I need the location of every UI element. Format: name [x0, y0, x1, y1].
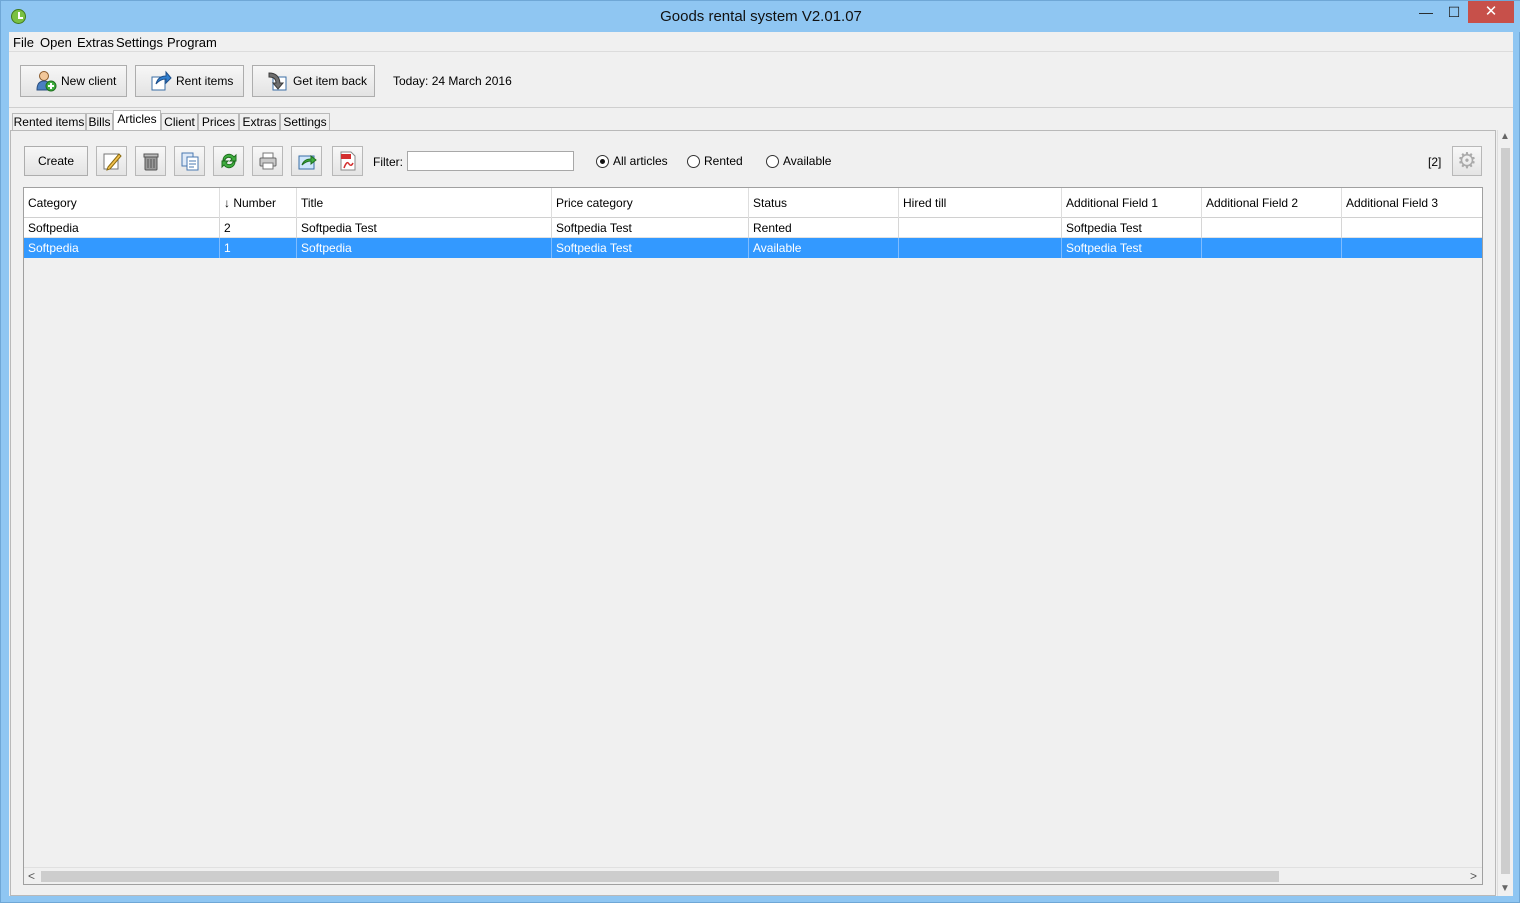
- get-item-back-label: Get item back: [293, 74, 368, 88]
- cell-number: 1: [220, 238, 297, 258]
- radio-rented-indicator: [687, 154, 700, 168]
- app-window: Goods rental system V2.01.07 — ☐ ✕ File …: [0, 0, 1520, 903]
- export-icon: [297, 151, 317, 171]
- column-header-status[interactable]: Status: [749, 188, 899, 218]
- menu-program[interactable]: Program: [164, 34, 220, 51]
- title-bar[interactable]: Goods rental system V2.01.07 — ☐ ✕: [1, 1, 1520, 32]
- refresh-button[interactable]: [213, 146, 244, 176]
- menu-open[interactable]: Open: [37, 34, 75, 51]
- cell-hired-till: [899, 238, 1062, 258]
- client-area: File Open Extras Settings Program New cl…: [9, 32, 1513, 896]
- column-settings-button[interactable]: ⚙: [1452, 146, 1482, 176]
- refresh-icon: [219, 151, 239, 171]
- column-header-price-category[interactable]: Price category: [552, 188, 749, 218]
- add-user-icon: [35, 70, 57, 92]
- menu-file[interactable]: File: [10, 34, 37, 51]
- cell-status: Rented: [749, 218, 899, 238]
- vertical-scrollbar[interactable]: ▲ ▼: [1497, 130, 1513, 896]
- cell-additional-field-3: [1342, 238, 1482, 258]
- column-header-title[interactable]: Title: [297, 188, 552, 218]
- rent-items-button[interactable]: Rent items: [135, 65, 244, 97]
- cell-title: Softpedia Test: [297, 218, 552, 238]
- articles-table: Category ↓ Number Title Price category S…: [23, 187, 1483, 885]
- scroll-left-icon[interactable]: <: [28, 869, 35, 883]
- articles-panel: Create Filter: All articles Rented Avail…: [10, 130, 1496, 896]
- new-client-button[interactable]: New client: [20, 65, 127, 97]
- window-title: Goods rental system V2.01.07: [660, 8, 862, 25]
- vertical-scroll-thumb[interactable]: [1501, 148, 1510, 874]
- close-button[interactable]: ✕: [1468, 1, 1514, 23]
- pdf-icon: [338, 151, 358, 171]
- radio-rented[interactable]: Rented: [687, 154, 743, 168]
- edit-button[interactable]: [96, 146, 127, 176]
- rent-items-label: Rent items: [176, 74, 234, 88]
- horizontal-scrollbar[interactable]: < >: [24, 867, 1482, 884]
- main-toolbar: New client Rent items Get item back Toda…: [9, 53, 1513, 108]
- tab-articles[interactable]: Articles: [113, 110, 161, 132]
- delete-button[interactable]: [135, 146, 166, 176]
- new-client-label: New client: [61, 74, 117, 88]
- cell-additional-field-2: [1202, 218, 1342, 238]
- export-button[interactable]: [291, 146, 322, 176]
- radio-all-articles-indicator: [596, 154, 609, 168]
- gear-icon: ⚙: [1457, 148, 1477, 173]
- cell-additional-field-1: Softpedia Test: [1062, 238, 1202, 258]
- column-header-number[interactable]: ↓ Number: [220, 188, 297, 218]
- cell-category: Softpedia: [24, 238, 220, 258]
- today-date: Today: 24 March 2016: [393, 74, 512, 88]
- menu-bar: File Open Extras Settings Program: [9, 32, 1513, 52]
- print-button[interactable]: [252, 146, 283, 176]
- edit-icon: [102, 151, 122, 171]
- cell-price-category: Softpedia Test: [552, 238, 749, 258]
- filter-label: Filter:: [373, 155, 403, 169]
- horizontal-scroll-thumb[interactable]: [41, 871, 1279, 882]
- copy-button[interactable]: [174, 146, 205, 176]
- trash-icon: [141, 151, 161, 171]
- radio-available-indicator: [766, 154, 779, 168]
- column-header-additional-field-3[interactable]: Additional Field 3: [1342, 188, 1482, 218]
- table-row[interactable]: Softpedia 2 Softpedia Test Softpedia Tes…: [24, 218, 1482, 238]
- cell-status: Available: [749, 238, 899, 258]
- share-arrow-icon: [150, 70, 172, 92]
- radio-all-articles-label: All articles: [613, 154, 668, 168]
- radio-rented-label: Rented: [704, 154, 743, 168]
- cell-additional-field-1: Softpedia Test: [1062, 218, 1202, 238]
- create-button[interactable]: Create: [24, 146, 88, 176]
- return-arrow-icon: [267, 70, 289, 92]
- print-icon: [258, 151, 278, 171]
- get-item-back-button[interactable]: Get item back: [252, 65, 375, 97]
- column-header-category[interactable]: Category: [24, 188, 220, 218]
- record-count: [2]: [1428, 155, 1442, 169]
- radio-available[interactable]: Available: [766, 154, 831, 168]
- column-header-hired-till[interactable]: Hired till: [899, 188, 1062, 218]
- cell-additional-field-2: [1202, 238, 1342, 258]
- column-header-additional-field-2[interactable]: Additional Field 2: [1202, 188, 1342, 218]
- column-header-additional-field-1[interactable]: Additional Field 1: [1062, 188, 1202, 218]
- radio-available-label: Available: [783, 154, 832, 168]
- scroll-up-icon[interactable]: ▲: [1500, 131, 1510, 142]
- table-row-selected[interactable]: Softpedia 1 Softpedia Softpedia Test Ava…: [24, 238, 1482, 258]
- scroll-down-icon[interactable]: ▼: [1500, 883, 1510, 894]
- cell-hired-till: [899, 218, 1062, 238]
- cell-number: 2: [220, 218, 297, 238]
- pdf-button[interactable]: [332, 146, 363, 176]
- scroll-right-icon[interactable]: >: [1470, 869, 1477, 883]
- minimize-button[interactable]: —: [1413, 1, 1439, 23]
- cell-price-category: Softpedia Test: [552, 218, 749, 238]
- copy-icon: [180, 151, 200, 171]
- menu-settings[interactable]: Settings: [113, 34, 166, 51]
- menu-extras[interactable]: Extras: [74, 34, 117, 51]
- cell-additional-field-3: [1342, 218, 1482, 238]
- maximize-button[interactable]: ☐: [1441, 1, 1467, 23]
- table-header: Category ↓ Number Title Price category S…: [24, 188, 1482, 218]
- cell-title: Softpedia: [297, 238, 552, 258]
- filter-input[interactable]: [407, 151, 574, 171]
- radio-all-articles[interactable]: All articles: [596, 154, 668, 168]
- cell-category: Softpedia: [24, 218, 220, 238]
